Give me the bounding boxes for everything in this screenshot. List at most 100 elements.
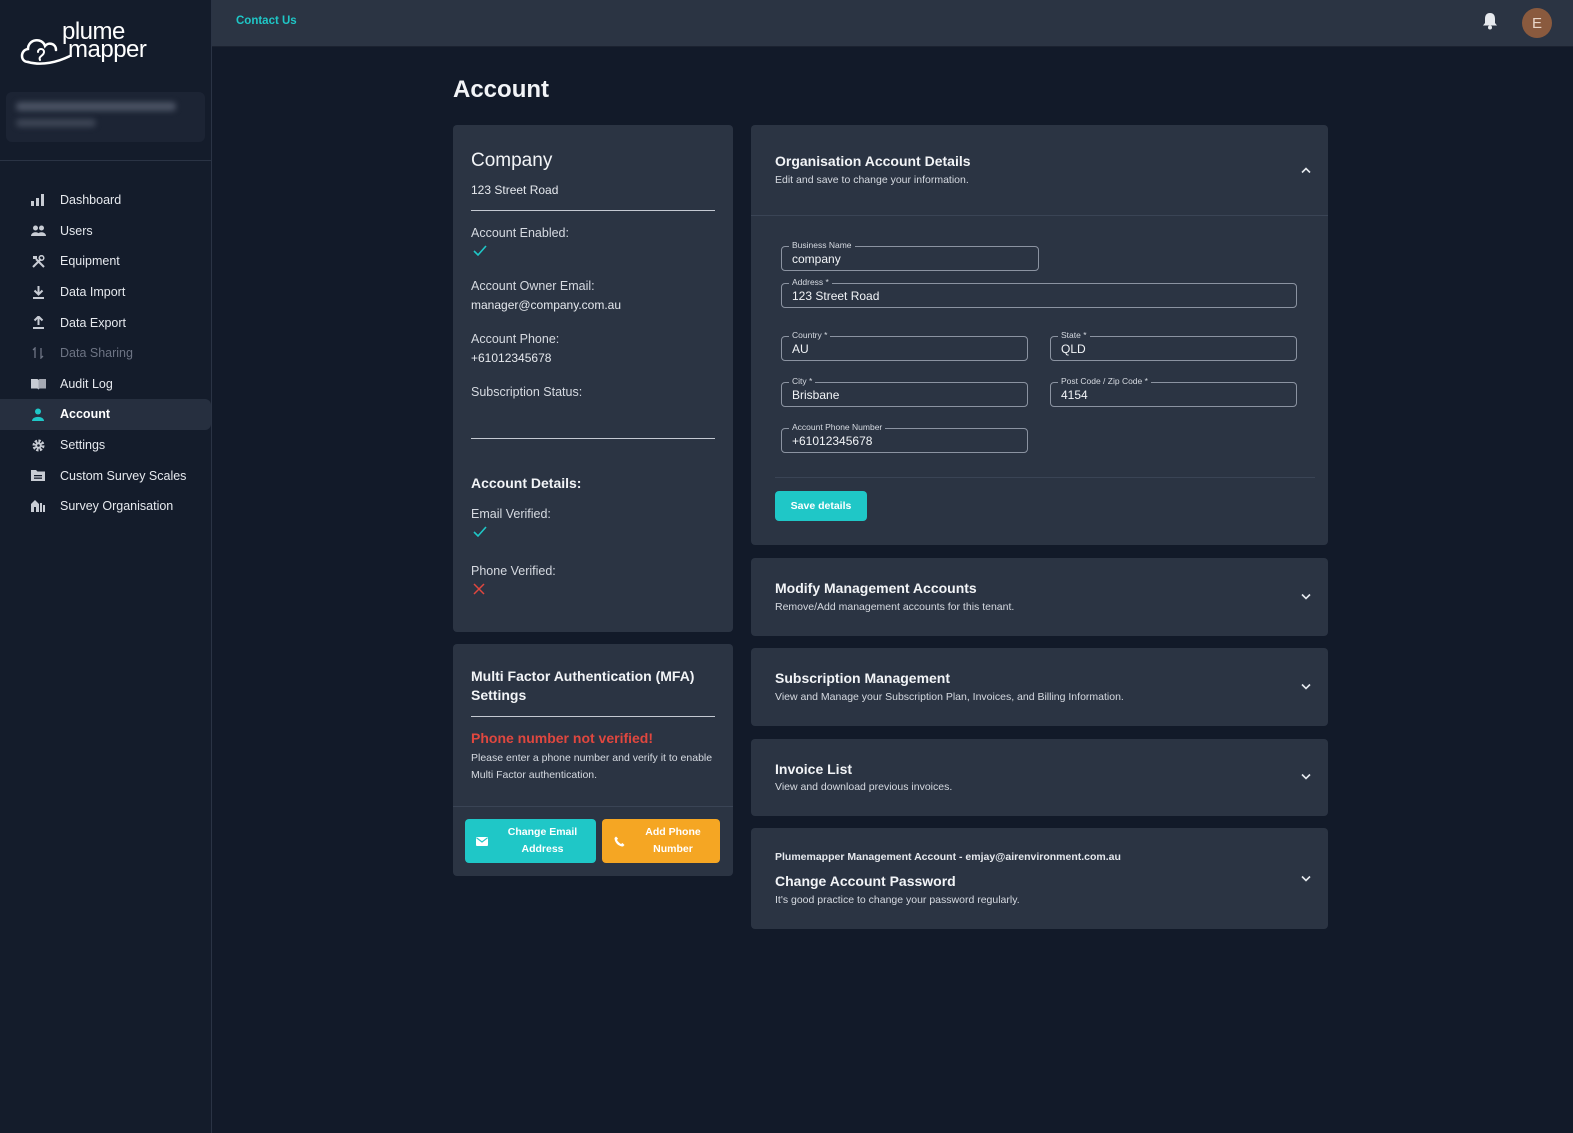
sidebar-item-label: Settings (60, 438, 106, 453)
phone-number-field[interactable]: Account Phone Number (781, 422, 1028, 453)
save-details-button[interactable]: Save details (775, 491, 867, 521)
state-label: State * (1058, 330, 1090, 341)
chevron-up-icon[interactable] (1300, 166, 1312, 174)
add-phone-button[interactable]: Add Phone Number (602, 819, 720, 863)
mfa-actions-divider (453, 806, 733, 807)
owner-email-value: manager@company.com.au (471, 298, 622, 312)
postcode-input[interactable] (1061, 388, 1286, 402)
sidebar: plume mapper Dashboard Users Equipment D… (0, 0, 212, 1133)
change-email-label: Change Email Address (507, 826, 578, 855)
folder-icon (30, 468, 46, 484)
city-field[interactable]: City * (781, 376, 1028, 407)
sidebar-item-settings[interactable]: Settings (0, 430, 211, 461)
invoice-list-panel[interactable]: Invoice List View and download previous … (751, 739, 1328, 816)
invoice-subtitle: View and download previous invoices. (775, 781, 953, 793)
sidebar-item-users[interactable]: Users (0, 216, 211, 247)
org-details-divider (751, 215, 1328, 216)
upload-icon (30, 315, 46, 331)
envelope-icon (475, 836, 489, 846)
avatar[interactable]: E (1522, 8, 1552, 38)
address-field[interactable]: Address * (781, 277, 1297, 308)
sidebar-item-label: Audit Log (60, 376, 113, 391)
subscription-status-label: Subscription Status: (471, 385, 583, 399)
account-enabled-label: Account Enabled: (471, 226, 569, 240)
sidebar-item-label: Custom Survey Scales (60, 468, 187, 483)
country-field[interactable]: Country * (781, 330, 1028, 361)
chevron-down-icon[interactable] (1300, 593, 1312, 601)
account-phone-value: +61012345678 (471, 351, 552, 365)
sidebar-item-label: Data Import (60, 285, 126, 300)
city-input[interactable] (792, 388, 1017, 402)
mfa-warning: Phone number not verified! (471, 730, 654, 746)
management-account-owner: Plumemapper Management Account - emjay@a… (775, 851, 1121, 863)
city-label: City * (789, 376, 816, 387)
subscription-subtitle: View and Manage your Subscription Plan, … (775, 691, 1124, 703)
change-email-button[interactable]: Change Email Address (465, 819, 596, 863)
management-accounts-panel[interactable]: Modify Management Accounts Remove/Add ma… (751, 558, 1328, 636)
change-password-subtitle: It's good practice to change your passwo… (775, 894, 1020, 906)
sidebar-item-label: Equipment (60, 254, 120, 269)
sidebar-item-equipment[interactable]: Equipment (0, 246, 211, 277)
chevron-down-icon[interactable] (1300, 683, 1312, 691)
sidebar-item-dashboard[interactable]: Dashboard (0, 185, 211, 216)
subscription-panel[interactable]: Subscription Management View and Manage … (751, 648, 1328, 726)
download-icon (30, 284, 46, 300)
sidebar-item-account[interactable]: Account (0, 399, 211, 430)
user-info-box[interactable] (6, 92, 205, 142)
business-name-input[interactable] (792, 252, 1028, 266)
sidebar-item-data-import[interactable]: Data Import (0, 277, 211, 308)
sidebar-item-audit-log[interactable]: Audit Log (0, 369, 211, 400)
users-icon (30, 223, 46, 239)
sidebar-nav: Dashboard Users Equipment Data Import Da… (0, 185, 211, 522)
owner-email-label: Account Owner Email: (471, 279, 595, 293)
person-icon (30, 406, 46, 422)
invoice-title: Invoice List (775, 761, 853, 777)
mfa-divider (471, 716, 715, 717)
logo-text-line2: mapper (68, 36, 147, 63)
sidebar-item-data-sharing[interactable]: Data Sharing (0, 338, 211, 369)
swap-icon (30, 345, 46, 361)
org-form-divider (775, 477, 1315, 478)
chevron-down-icon[interactable] (1300, 773, 1312, 781)
address-label: Address * (789, 277, 832, 288)
state-field[interactable]: State * (1050, 330, 1297, 361)
mfa-card: Multi Factor Authentication (MFA) Settin… (453, 644, 733, 876)
change-password-panel[interactable]: Plumemapper Management Account - emjay@a… (751, 828, 1328, 929)
management-subtitle: Remove/Add management accounts for this … (775, 601, 1015, 613)
account-phone-label: Account Phone: (471, 332, 560, 346)
sidebar-divider (0, 160, 212, 161)
sidebar-item-survey-organisation[interactable]: Survey Organisation (0, 491, 211, 522)
postcode-field[interactable]: Post Code / Zip Code * (1050, 376, 1297, 407)
postcode-label: Post Code / Zip Code * (1058, 376, 1151, 387)
check-icon (473, 245, 487, 257)
chevron-down-icon[interactable] (1300, 875, 1312, 883)
mfa-title: Multi Factor Authentication (MFA) Settin… (471, 668, 695, 703)
plumemapper-logo[interactable]: plume mapper (18, 16, 158, 72)
phone-number-input[interactable] (792, 434, 1017, 448)
sidebar-item-data-export[interactable]: Data Export (0, 307, 211, 338)
phone-verified-label: Phone Verified: (471, 564, 556, 578)
sidebar-item-label: Users (60, 223, 93, 238)
state-input[interactable] (1061, 342, 1286, 356)
cross-icon (473, 583, 485, 595)
sidebar-item-label: Data Sharing (60, 346, 133, 361)
contact-us-link[interactable]: Contact Us (236, 15, 297, 27)
sidebar-item-label: Data Export (60, 315, 127, 330)
sidebar-item-label: Survey Organisation (60, 499, 174, 514)
company-card: Company 123 Street Road Account Enabled:… (453, 125, 733, 632)
address-input[interactable] (792, 289, 1286, 303)
country-input[interactable] (792, 342, 1017, 356)
phone-number-label: Account Phone Number (789, 422, 886, 433)
business-name-field[interactable]: Business Name (781, 240, 1039, 271)
gear-icon (30, 437, 46, 453)
top-bar: Contact Us E (212, 0, 1573, 47)
sidebar-item-custom-survey-scales[interactable]: Custom Survey Scales (0, 460, 211, 491)
bell-icon[interactable] (1482, 12, 1500, 32)
company-divider (471, 210, 715, 211)
org-details-title: Organisation Account Details (775, 153, 971, 169)
management-title: Modify Management Accounts (775, 580, 977, 596)
country-label: Country * (789, 330, 831, 341)
mfa-description: Please enter a phone number and verify i… (471, 752, 713, 781)
business-name-label: Business Name (789, 240, 855, 251)
company-name: Company (471, 150, 553, 171)
